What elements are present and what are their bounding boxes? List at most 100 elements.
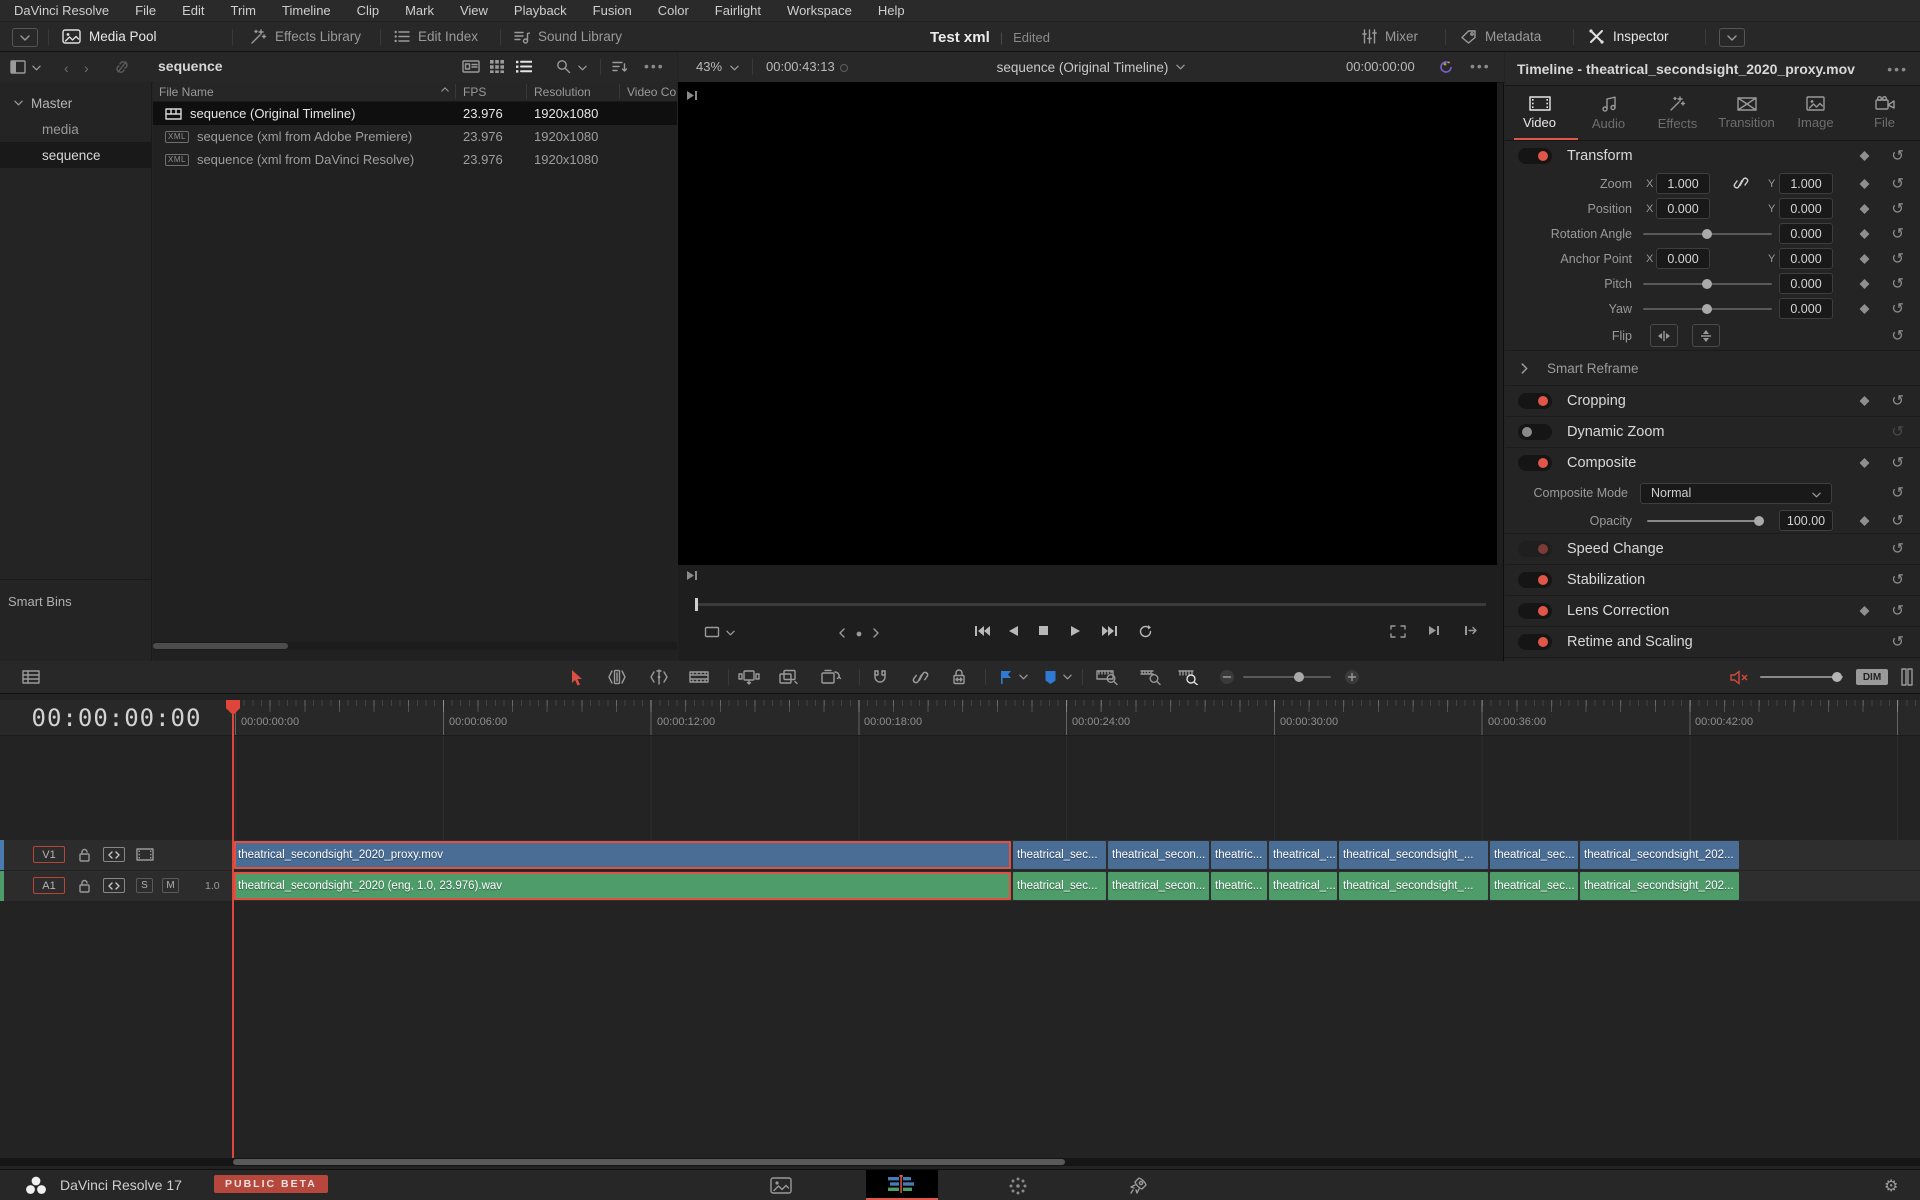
dim-button[interactable]: DIM [1856,669,1888,685]
yaw-field[interactable]: 0.000 [1779,298,1833,319]
opacity-field[interactable]: 100.00 [1779,510,1833,531]
timeline-clip[interactable]: theatrical_secondsight_2020_proxy.mov [234,841,1011,869]
metadata-view-icon[interactable] [462,60,480,73]
column-fps[interactable]: FPS [463,85,486,99]
timeline-clip[interactable]: theatrical_secon... [1108,872,1209,900]
smart-bins-label[interactable]: Smart Bins [8,594,72,609]
replace-clip-button[interactable] [819,666,841,688]
menu-color[interactable]: Color [645,3,702,18]
menu-app[interactable]: DaVinci Resolve [10,3,122,18]
stabilization-toggle[interactable] [1518,572,1552,588]
timeline-clip[interactable]: theatrical_secondsight_202... [1580,841,1739,869]
menu-playback[interactable]: Playback [501,3,580,18]
transform-toggle[interactable] [1518,148,1552,164]
mute-button[interactable]: M [162,878,179,893]
full-extent-zoom-icon[interactable] [1096,666,1118,688]
loop-button[interactable] [1138,625,1153,638]
timeline-zoom-slider-knob[interactable] [1294,672,1304,682]
keyframe-icon[interactable] [1860,204,1870,214]
sidebar-item-master[interactable]: Master [0,90,151,116]
timeline-end-icon[interactable] [1464,625,1477,636]
inspector-options-menu[interactable]: ••• [1887,61,1908,77]
timeline-clip[interactable]: theatrical_secondsight_202... [1580,872,1739,900]
keyframe-icon[interactable] [1860,516,1870,526]
flag-icon[interactable] [995,666,1017,688]
match-frame-icon[interactable] [1428,625,1440,636]
rotation-field[interactable]: 0.000 [1779,223,1833,244]
menu-fusion[interactable]: Fusion [580,3,645,18]
unlink-bin-icon[interactable] [114,60,130,74]
flip-horizontal-button[interactable] [1650,324,1678,347]
video-track-header[interactable]: V1 [0,840,233,870]
bin-panel-toggle-icon[interactable] [10,60,26,74]
keyframe-icon[interactable] [1860,151,1870,161]
snapping-magnet-icon[interactable] [869,666,891,688]
viewer-scrubber-playhead[interactable] [695,598,698,611]
audio-track-header[interactable]: A1 S M 1.0 [0,871,233,901]
timeline-clip[interactable]: theatrical_... [1269,872,1337,900]
thumbnail-view-icon[interactable] [490,60,504,73]
reset-icon[interactable]: ↺ [1891,394,1904,409]
last-frame-button[interactable] [1102,625,1118,637]
search-icon[interactable] [556,59,571,74]
reset-icon[interactable]: ↺ [1891,328,1904,343]
solo-button[interactable]: S [136,878,153,893]
menu-fairlight[interactable]: Fairlight [702,3,774,18]
lock-icon[interactable] [78,879,91,893]
dynamic-trim-mode-tool[interactable] [648,666,670,688]
tab-audio[interactable]: Audio [1574,86,1643,140]
keyframe-icon[interactable] [1860,179,1870,189]
inspector-button[interactable]: Inspector [1588,22,1669,51]
edit-index-button[interactable]: Edit Index [394,22,478,51]
tab-transition[interactable]: Transition [1712,86,1781,140]
timeline-clip[interactable]: theatrical_secondsight_... [1339,841,1488,869]
metadata-button[interactable]: Metadata [1460,22,1541,51]
menu-view[interactable]: View [447,3,501,18]
selection-mode-tool[interactable] [566,666,588,688]
lens-correction-toggle[interactable] [1518,603,1552,619]
timeline-clip[interactable]: theatric... [1211,841,1267,869]
tab-image[interactable]: Image [1781,86,1850,140]
timeline-clip[interactable]: theatrical_secondsight_2020 (eng, 1.0, 2… [234,872,1011,900]
timeline-clip[interactable]: theatrical_sec... [1490,841,1578,869]
sidebar-item-sequence[interactable]: sequence [0,142,151,168]
position-y-field[interactable]: 0.000 [1779,198,1833,219]
reset-icon[interactable]: ↺ [1891,486,1904,501]
panel-layout-button[interactable] [1719,28,1745,47]
timeline-view-options-icon[interactable] [20,666,42,688]
play-button[interactable] [1070,625,1081,637]
keyframe-icon[interactable] [1860,254,1870,264]
composite-toggle[interactable] [1518,455,1552,471]
composite-mode-dropdown[interactable]: Normal [1640,483,1832,504]
media-pool-hscrollbar[interactable] [153,642,677,650]
trim-edit-mode-tool[interactable] [606,666,628,688]
keyframe-icon[interactable] [1860,279,1870,289]
column-resolution[interactable]: Resolution [534,85,591,99]
viewer-zoom-chevron-icon[interactable] [730,65,739,71]
volume-slider-knob[interactable] [1832,672,1842,682]
reset-icon[interactable]: ↺ [1891,176,1904,191]
keyframe-icon[interactable] [1860,606,1870,616]
sidebar-item-media[interactable]: media [0,116,151,142]
play-reverse-button[interactable] [1008,625,1019,637]
forward-arrow-icon[interactable]: › [84,60,89,76]
tab-video[interactable]: Video [1505,86,1574,140]
clip-frame-icon[interactable] [136,848,154,861]
mixer-button[interactable]: Mixer [1362,22,1418,51]
current-marker-icon[interactable] [856,631,862,637]
timeline-clip[interactable]: theatrical_sec... [1013,872,1106,900]
clip-shape-icon[interactable] [704,625,720,639]
keyframe-icon[interactable] [1860,229,1870,239]
table-row[interactable]: XML sequence (xml from Adobe Premiere) 2… [153,125,677,148]
menu-workspace[interactable]: Workspace [774,3,865,18]
tab-effects[interactable]: Effects [1643,86,1712,140]
viewer-timeline-name[interactable]: sequence (Original Timeline) [997,60,1169,75]
flip-vertical-button[interactable] [1692,324,1720,347]
timeline-hscrollbar-thumb[interactable] [233,1159,1065,1165]
resolve-fx-icon[interactable] [1438,59,1454,75]
reset-icon[interactable]: ↺ [1891,425,1904,440]
timeline-clip[interactable]: theatric... [1211,872,1267,900]
list-view-icon[interactable] [516,60,532,73]
menu-timeline[interactable]: Timeline [269,3,344,18]
pitch-field[interactable]: 0.000 [1779,273,1833,294]
